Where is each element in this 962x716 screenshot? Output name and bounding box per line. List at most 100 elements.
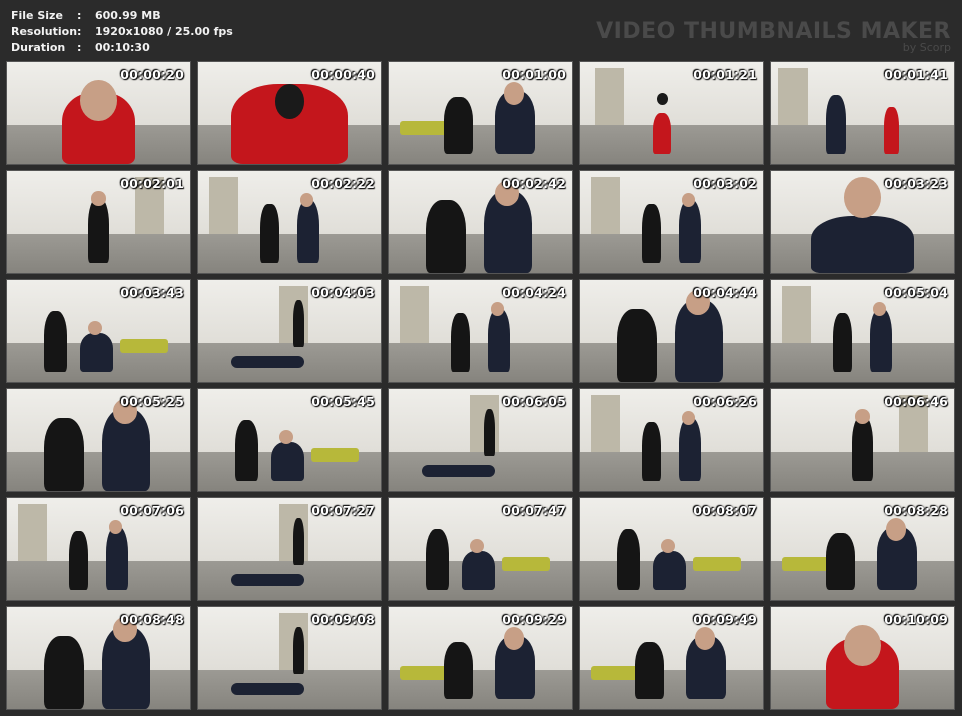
figure bbox=[869, 308, 892, 372]
thumbnail[interactable]: 00:05:25 bbox=[6, 388, 191, 492]
figure bbox=[884, 106, 900, 154]
thumbnail[interactable]: 00:07:06 bbox=[6, 497, 191, 601]
figure bbox=[43, 310, 68, 372]
thumbnail[interactable]: 00:05:45 bbox=[197, 388, 382, 492]
thumbnail[interactable]: 00:09:49 bbox=[579, 606, 764, 710]
thumbnail[interactable]: 00:07:47 bbox=[388, 497, 573, 601]
contact-sheet: File Size : 600.99 MB Resolution : 1920x… bbox=[0, 0, 962, 716]
thumbnail[interactable]: 00:06:26 bbox=[579, 388, 764, 492]
figure bbox=[87, 197, 110, 263]
thumbnail[interactable]: 00:00:40 bbox=[197, 61, 382, 165]
figure-head bbox=[278, 429, 294, 445]
thumbnail[interactable]: 00:01:21 bbox=[579, 61, 764, 165]
thumbnail-floor bbox=[771, 343, 954, 382]
figure-head bbox=[109, 520, 123, 534]
thumbnail-timestamp: 00:00:40 bbox=[311, 67, 375, 82]
thumbnail[interactable]: 00:08:48 bbox=[6, 606, 191, 710]
thumbnail[interactable]: 00:02:22 bbox=[197, 170, 382, 274]
figure-head bbox=[80, 80, 117, 122]
figure bbox=[462, 551, 496, 590]
wall-panel bbox=[17, 504, 48, 562]
thumbnail[interactable]: 00:06:05 bbox=[388, 388, 573, 492]
thumbnail[interactable]: 00:04:03 bbox=[197, 279, 382, 383]
thumbnail[interactable]: 00:09:29 bbox=[388, 606, 573, 710]
thumbnail-timestamp: 00:01:00 bbox=[502, 67, 566, 82]
sofa bbox=[399, 666, 448, 681]
thumbnail[interactable]: 00:08:28 bbox=[770, 497, 955, 601]
figure bbox=[425, 528, 450, 590]
thumbnail[interactable]: 00:03:23 bbox=[770, 170, 955, 274]
figure-head bbox=[469, 538, 485, 554]
wall-panel bbox=[399, 286, 430, 344]
thumbnail-floor bbox=[389, 234, 572, 273]
figure bbox=[642, 203, 661, 263]
thumbnail[interactable]: 00:00:20 bbox=[6, 61, 191, 165]
thumbnail[interactable]: 00:02:42 bbox=[388, 170, 573, 274]
thumbnail-floor bbox=[7, 670, 190, 709]
wall-panel bbox=[781, 286, 812, 344]
sofa bbox=[693, 557, 742, 572]
thumbnail-timestamp: 00:02:01 bbox=[120, 176, 184, 191]
figure bbox=[642, 421, 661, 481]
thumbnail-timestamp: 00:04:24 bbox=[502, 285, 566, 300]
thumbnail-timestamp: 00:07:06 bbox=[120, 503, 184, 518]
figure bbox=[425, 199, 466, 273]
figure-head bbox=[491, 302, 505, 316]
figure-head bbox=[300, 193, 314, 207]
figure-head bbox=[660, 538, 676, 554]
wall-panel bbox=[590, 395, 621, 453]
resolution-label: Resolution bbox=[11, 25, 78, 38]
thumbnail[interactable]: 00:03:43 bbox=[6, 279, 191, 383]
figure bbox=[443, 641, 474, 699]
figure bbox=[293, 300, 305, 348]
thumbnail[interactable]: 00:01:41 bbox=[770, 61, 955, 165]
figure-head bbox=[844, 177, 881, 218]
thumbnail-timestamp: 00:06:05 bbox=[502, 394, 566, 409]
thumbnail-timestamp: 00:04:44 bbox=[693, 285, 757, 300]
sofa bbox=[399, 121, 448, 136]
wall-panel bbox=[778, 68, 808, 126]
thumbnail-grid: 00:00:20 00:00:40 00:01:00 00:01:21 00:01:41… bbox=[6, 61, 958, 710]
thumbnail[interactable]: 00:04:44 bbox=[579, 279, 764, 383]
thumbnail-timestamp: 00:09:29 bbox=[502, 612, 566, 627]
thumbnail-timestamp: 00:07:27 bbox=[311, 503, 375, 518]
figure bbox=[484, 409, 496, 457]
thumbnail-timestamp: 00:09:49 bbox=[693, 612, 757, 627]
figure bbox=[634, 641, 665, 699]
thumbnail-timestamp: 00:03:23 bbox=[884, 176, 948, 191]
resolution-colon: : bbox=[77, 25, 82, 38]
figure bbox=[234, 419, 259, 481]
thumbnail-timestamp: 00:08:48 bbox=[120, 612, 184, 627]
thumbnail-floor bbox=[7, 561, 190, 600]
duration-row: Duration : 00:10:30 bbox=[11, 40, 233, 56]
thumbnail[interactable]: 00:05:04 bbox=[770, 279, 955, 383]
file-info: File Size : 600.99 MB Resolution : 1920x… bbox=[11, 8, 233, 56]
figure bbox=[69, 530, 88, 590]
figure bbox=[296, 199, 319, 263]
thumbnail[interactable]: 00:06:46 bbox=[770, 388, 955, 492]
thumbnail-timestamp: 00:08:07 bbox=[693, 503, 757, 518]
thumbnail-floor bbox=[580, 343, 763, 382]
figure bbox=[451, 312, 470, 372]
thumbnail-timestamp: 00:10:09 bbox=[884, 612, 948, 627]
resolution-row: Resolution : 1920x1080 / 25.00 fps bbox=[11, 24, 233, 40]
thumbnail[interactable]: 00:01:00 bbox=[388, 61, 573, 165]
thumbnail[interactable]: 00:02:01 bbox=[6, 170, 191, 274]
thumbnail[interactable]: 00:08:07 bbox=[579, 497, 764, 601]
thumbnail-floor bbox=[771, 125, 954, 164]
figure-head bbox=[274, 84, 305, 120]
figure bbox=[230, 573, 305, 586]
thumbnail[interactable]: 00:10:09 bbox=[770, 606, 955, 710]
figure-head bbox=[855, 409, 870, 424]
thumbnail[interactable]: 00:03:02 bbox=[579, 170, 764, 274]
figure bbox=[443, 96, 474, 154]
thumbnail[interactable]: 00:09:08 bbox=[197, 606, 382, 710]
figure bbox=[825, 532, 856, 590]
thumbnail[interactable]: 00:07:27 bbox=[197, 497, 382, 601]
thumbnail-floor bbox=[198, 234, 381, 273]
thumbnail-floor bbox=[7, 452, 190, 491]
figure-head bbox=[844, 625, 881, 667]
figure-head bbox=[873, 302, 887, 316]
thumbnail-timestamp: 00:01:21 bbox=[693, 67, 757, 82]
thumbnail[interactable]: 00:04:24 bbox=[388, 279, 573, 383]
